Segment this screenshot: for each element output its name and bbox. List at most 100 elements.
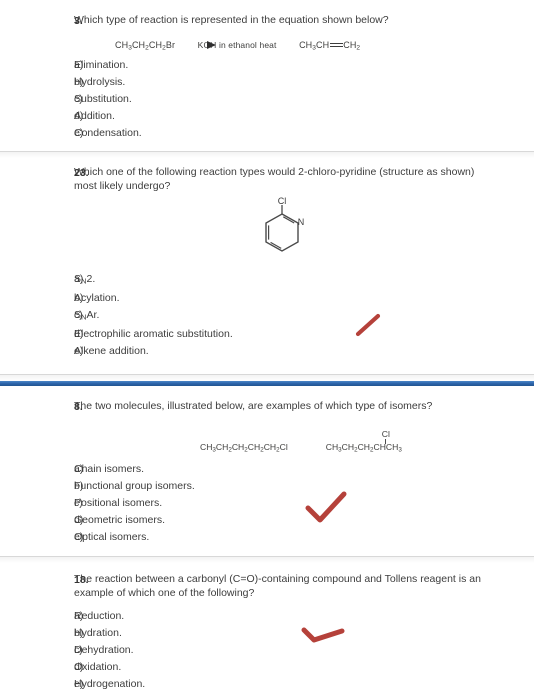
- reactant-formula: CH3CH2CH2Br: [115, 40, 176, 52]
- question-text: Which one of the following reaction type…: [74, 166, 475, 192]
- question-number: 8.: [74, 400, 83, 413]
- option-letter: b): [74, 76, 84, 89]
- reaction-arrow-block: KOH in ethanol heat: [189, 40, 285, 51]
- option-text: Elimination.: [74, 59, 129, 72]
- option-c[interactable]: c) Substitution.: [0, 91, 520, 108]
- option-b[interactable]: b) Hydrolysis.: [0, 74, 520, 91]
- option-letter: b): [74, 480, 84, 493]
- question-block-23: 23. Which one of the following reaction …: [0, 166, 534, 359]
- options-list-18: a) Reduction. b) Hydration. c) Dehydrati…: [0, 608, 520, 693]
- pyridine-ring-icon: Cl N: [265, 197, 305, 253]
- option-text: Geometric isomers.: [74, 514, 166, 527]
- question-number: 3.: [74, 15, 83, 27]
- option-letter: e): [74, 344, 84, 357]
- question-number: 18.: [74, 574, 89, 587]
- option-c[interactable]: c) Positional isomers.: [0, 495, 520, 512]
- option-letter: b): [74, 627, 84, 640]
- question-section-23: 23. Which one of the following reaction …: [0, 158, 534, 386]
- question-text: The reaction between a carbonyl (C=O)-co…: [74, 573, 481, 599]
- option-text: Addition.: [74, 110, 115, 123]
- option-text: Substitution.: [74, 93, 132, 106]
- option-letter: a): [74, 463, 84, 476]
- option-d[interactable]: d) Geometric isomers.: [0, 512, 520, 529]
- option-letter: c): [74, 309, 83, 322]
- option-letter: e): [74, 531, 84, 544]
- option-text: Hydrogenation.: [74, 678, 146, 691]
- option-d[interactable]: d) Addition.: [0, 108, 520, 125]
- nitrogen-label: N: [298, 217, 305, 227]
- question-section-3: 3. Which type of reaction is represented…: [0, 0, 534, 159]
- option-letter: a): [74, 610, 84, 623]
- option-text: Chain isomers.: [74, 463, 145, 476]
- option-c[interactable]: c) Dehydration.: [0, 642, 520, 659]
- option-text: Dehydration.: [74, 644, 134, 657]
- molecule-right: Cl CH3CH2CH2CHCH3: [325, 429, 402, 454]
- options-list-23: a) SN2. b) Acylation. c) SNAr. d) Electr…: [0, 271, 520, 359]
- option-text: Electrophilic aromatic substitution.: [74, 327, 233, 340]
- option-e[interactable]: e) Alkene addition.: [0, 343, 520, 360]
- option-text: Condensation.: [74, 127, 142, 140]
- option-letter: d): [74, 110, 84, 123]
- isomer-molecules: CH3CH2CH2CH2CH2Cl Cl CH3CH2CH2CHCH3: [0, 429, 520, 454]
- option-a[interactable]: a) SN2.: [0, 271, 520, 290]
- option-letter: c): [74, 644, 83, 657]
- option-letter: c): [74, 497, 83, 510]
- option-letter: a): [74, 59, 84, 72]
- condition-label-2: heat: [259, 40, 277, 51]
- option-letter: b): [74, 292, 84, 305]
- option-text: Positional isomers.: [74, 497, 163, 510]
- chlorine-branch-label: Cl: [382, 429, 390, 444]
- option-letter: c): [74, 93, 83, 106]
- option-text: Reduction.: [74, 610, 125, 623]
- condition-label-1: in ethanol: [219, 40, 257, 51]
- option-letter: e): [74, 678, 84, 691]
- option-d[interactable]: d) Oxidation.: [0, 659, 520, 676]
- chlorine-label: Cl: [278, 197, 287, 206]
- option-letter: a): [74, 273, 84, 286]
- option-a[interactable]: a) Chain isomers.: [0, 461, 520, 478]
- options-list-8: a) Chain isomers. b) Functional group is…: [0, 461, 520, 546]
- option-a[interactable]: a) Elimination.: [0, 57, 520, 74]
- option-b[interactable]: b) Hydration.: [0, 625, 520, 642]
- option-letter: d): [74, 661, 84, 674]
- option-c[interactable]: c) SNAr.: [0, 307, 520, 326]
- option-text: SNAr.: [74, 309, 100, 322]
- option-a[interactable]: a) Reduction.: [0, 608, 520, 625]
- question-block-3: 3. Which type of reaction is represented…: [0, 14, 534, 142]
- question-number: 23.: [74, 167, 89, 180]
- option-b[interactable]: b) Functional group isomers.: [0, 478, 520, 495]
- question-block-18: 18. The reaction between a carbonyl (C=O…: [0, 573, 534, 693]
- question-block-8: 8. The two molecules, illustrated below,…: [0, 400, 534, 546]
- question-text: Which type of reaction is represented in…: [74, 14, 389, 26]
- option-text: Functional group isomers.: [74, 480, 195, 493]
- molecule-right-formula: CH3CH2CH2CHCH3: [325, 441, 402, 454]
- question-heading: 18. The reaction between a carbonyl (C=O…: [0, 573, 520, 600]
- question-section-18: 18. The reaction between a carbonyl (C=O…: [0, 563, 534, 694]
- option-text: SN2.: [74, 273, 96, 287]
- reaction-equation: CH3CH2CH2Br KOH in ethanol heat CH3CH CH2: [0, 40, 520, 51]
- option-text: Alkene addition.: [74, 344, 149, 357]
- option-letter: d): [74, 514, 84, 527]
- option-letter: d): [74, 327, 84, 340]
- question-heading: 8. The two molecules, illustrated below,…: [0, 400, 520, 414]
- double-bond-icon: [329, 42, 343, 49]
- product-formula: CH3CH CH2: [299, 40, 361, 52]
- option-e[interactable]: e) Optical isomers.: [0, 529, 520, 546]
- question-text: The two molecules, illustrated below, ar…: [74, 399, 433, 412]
- molecular-structure-2-chloro-pyridine: Cl N: [0, 197, 520, 259]
- option-e[interactable]: e) Hydrogenation.: [0, 676, 520, 693]
- option-d[interactable]: d) Electrophilic aromatic substitution.: [0, 326, 520, 343]
- option-text: Hydration.: [74, 627, 122, 640]
- option-text: Hydrolysis.: [74, 76, 126, 89]
- option-b[interactable]: b) Acylation.: [0, 290, 520, 307]
- question-heading: 23. Which one of the following reaction …: [0, 166, 520, 193]
- worksheet-page: 3. Which type of reaction is represented…: [0, 0, 534, 700]
- option-text: Acylation.: [74, 292, 120, 305]
- molecule-left-formula: CH3CH2CH2CH2CH2Cl: [200, 441, 288, 454]
- option-e[interactable]: e) Condensation.: [0, 125, 520, 142]
- branch-bond-icon: [385, 438, 387, 444]
- option-text: Oxidation.: [74, 661, 122, 674]
- question-section-8: 8. The two molecules, illustrated below,…: [0, 385, 534, 564]
- question-heading: 3. Which type of reaction is represented…: [0, 14, 520, 28]
- options-list-3: a) Elimination. b) Hydrolysis. c) Substi…: [0, 57, 520, 142]
